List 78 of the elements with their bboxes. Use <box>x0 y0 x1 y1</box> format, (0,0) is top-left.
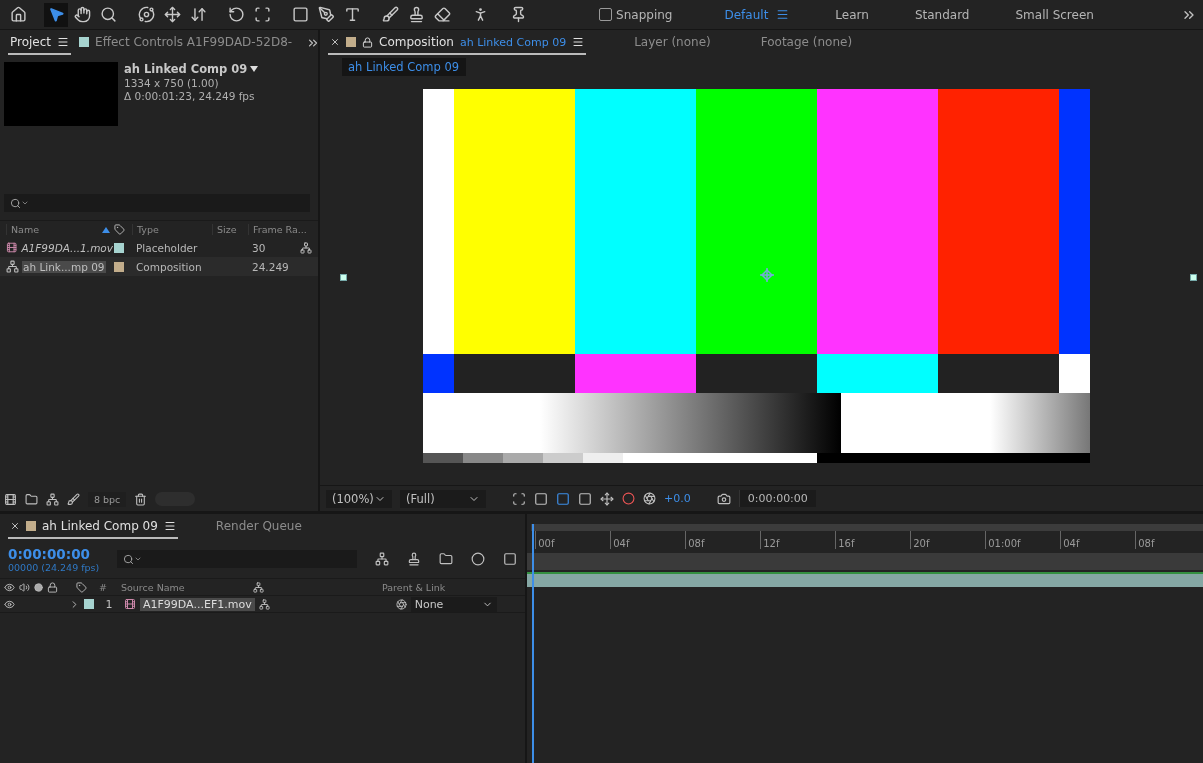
sort-arrow-icon[interactable] <box>102 226 110 233</box>
current-time[interactable]: 0:00:00:00 <box>8 545 100 562</box>
ruler-label: 08f <box>1135 531 1203 549</box>
ruler-label: 00f <box>535 531 611 549</box>
project-item[interactable]: ah Link...mp 09 Composition 24.249 <box>0 257 318 276</box>
film-icon <box>124 598 136 610</box>
bit-depth-button[interactable]: 8 bpc <box>88 491 127 507</box>
item-size: 1334 x 750 (1.00) <box>124 77 220 89</box>
column-header[interactable]: Name <box>11 224 40 235</box>
search-field[interactable] <box>117 550 358 568</box>
panel-tab[interactable]: Project <box>8 31 72 55</box>
stamp-icon[interactable] <box>407 552 422 566</box>
layer-row[interactable]: 1 A1F99DA...EF1.mov None <box>0 595 526 613</box>
workspace-tab[interactable]: Default <box>702 7 812 22</box>
panel-tab[interactable]: Layer (none) <box>632 31 713 55</box>
ruler-label: 04f <box>610 531 686 549</box>
workspace-tab[interactable]: Small Screen <box>993 7 1116 22</box>
audio-icon <box>19 581 30 593</box>
frame-handle[interactable] <box>1190 274 1197 281</box>
panel-tab[interactable]: Footage (none) <box>758 31 855 55</box>
panel-tab[interactable]: Composition ah Linked Comp 09 <box>328 31 587 55</box>
panel-tab[interactable]: ah Linked Comp 09 <box>8 515 178 539</box>
solo-icon <box>34 582 43 592</box>
breadcrumb[interactable]: ah Linked Comp 09 <box>342 58 466 76</box>
tag-icon <box>76 581 87 593</box>
layer-number: 1 <box>104 597 114 611</box>
column-header[interactable]: Size <box>217 224 237 235</box>
ruler-label: 08f <box>685 531 761 549</box>
menu-icon[interactable] <box>163 520 176 532</box>
panel-tab[interactable]: Effect Controls A1F99DAD-52D8- <box>77 31 295 55</box>
exposure-value[interactable]: +0.0 <box>664 492 691 505</box>
lock-icon[interactable] <box>362 36 373 48</box>
frame-handle[interactable] <box>340 274 347 281</box>
project-item[interactable]: A1F99DA...1.mov Placeholder 30 <box>0 238 318 257</box>
eye-icon <box>4 581 15 593</box>
ruler-label: 04f <box>1060 531 1136 549</box>
parent-dropdown[interactable]: None <box>410 596 497 612</box>
search-icon <box>10 197 21 209</box>
tag-icon <box>114 224 125 235</box>
search-icon <box>123 553 135 565</box>
column-header: Parent & Link <box>382 581 446 593</box>
eye-icon[interactable] <box>4 598 15 610</box>
ruler-label: 20f <box>910 531 986 549</box>
folder-icon[interactable] <box>25 492 38 506</box>
trash-icon[interactable] <box>134 492 148 506</box>
dropdown-triangle-icon[interactable] <box>250 66 259 72</box>
timecode[interactable]: 0:00:00:00 <box>738 490 816 507</box>
column-header: # <box>98 581 108 593</box>
film-icon <box>6 241 18 254</box>
snapping-checkbox[interactable]: Snapping <box>595 7 677 22</box>
column-header[interactable]: Type <box>137 224 159 235</box>
menu-icon[interactable] <box>57 36 70 48</box>
ruler-label: 16f <box>835 531 911 549</box>
lock-icon <box>47 581 58 593</box>
camera-icon[interactable] <box>716 491 731 506</box>
column-header[interactable]: Frame Ra... <box>253 224 307 235</box>
workspace-tab[interactable]: Learn <box>813 7 891 22</box>
zoom-dropdown[interactable]: (100%) <box>326 489 392 508</box>
brush-icon[interactable] <box>67 492 80 506</box>
item-duration: Δ 0:00:01:23, 24.249 fps <box>124 90 256 102</box>
ruler-label: 01:00f <box>985 531 1061 549</box>
close-icon[interactable] <box>10 521 20 531</box>
panel-tab[interactable]: Render Queue <box>213 515 304 539</box>
workspace-tab[interactable]: Standard <box>892 7 992 22</box>
mask-icon[interactable] <box>556 491 570 506</box>
search-field[interactable] <box>4 194 310 212</box>
close-icon[interactable] <box>330 37 340 47</box>
chevron-down-icon[interactable] <box>134 555 143 563</box>
item-title: ah Linked Comp 09 <box>124 62 248 76</box>
chevron-down-icon[interactable] <box>21 199 29 207</box>
layer-name[interactable]: A1F99DA...EF1.mov <box>140 597 255 611</box>
playhead[interactable] <box>532 524 535 763</box>
folder-icon[interactable] <box>439 552 454 566</box>
frame-info: 00000 (24.249 fps) <box>8 561 100 573</box>
column-header: Source Name <box>121 581 186 593</box>
ruler-label: 12f <box>760 531 836 549</box>
resolution-dropdown[interactable]: (Full) <box>400 489 486 508</box>
menu-icon[interactable] <box>572 36 585 48</box>
